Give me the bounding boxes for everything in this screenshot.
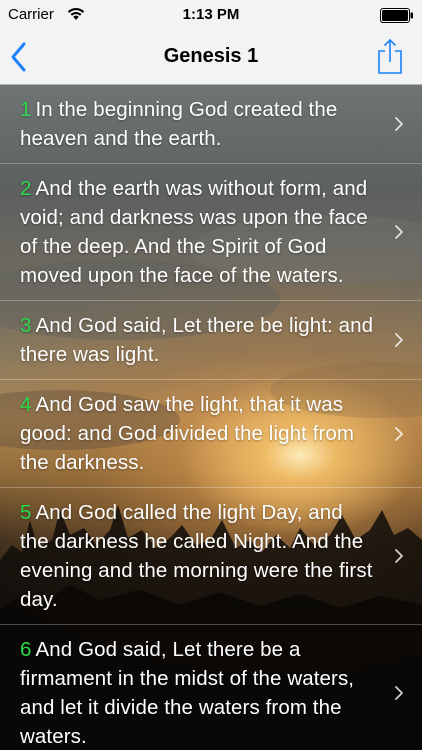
status-bar: Carrier 1:13 PM <box>0 0 422 30</box>
verse-number: 3 <box>20 314 32 337</box>
verse-row-5[interactable]: 5 And God called the light Day, and the d… <box>0 488 422 625</box>
back-button[interactable] <box>4 36 44 78</box>
chevron-right-icon <box>395 117 403 131</box>
verse-row-1[interactable]: 1 In the beginning God created the heaven… <box>0 85 422 164</box>
verse-row-4[interactable]: 4 And God saw the light, that it was good… <box>0 380 422 488</box>
page-title: Genesis 1 <box>163 45 259 67</box>
verse-body: In the beginning God created the heaven … <box>20 98 338 150</box>
verse-number: 6 <box>20 638 32 661</box>
screen: Carrier 1:13 PM Genesis 1 1 In the begin… <box>0 0 422 750</box>
battery-icon <box>380 8 413 23</box>
verse-body: And God saw the light, that it was good:… <box>20 393 355 474</box>
verse-row-2[interactable]: 2 And the earth was without form, and voi… <box>0 164 422 301</box>
verse-body: And God said, Let there be light: and th… <box>20 314 374 366</box>
verse-body: And God said, Let there be a firmament i… <box>20 638 355 748</box>
verse-number: 5 <box>20 501 32 524</box>
share-button[interactable] <box>374 36 406 76</box>
status-time: 1:13 PM <box>182 6 240 23</box>
chevron-right-icon <box>395 333 403 347</box>
verse-number: 4 <box>20 393 32 416</box>
chevron-right-icon <box>395 686 403 700</box>
verse-text: 2 And the earth was without form, and voi… <box>20 174 374 290</box>
verse-text: 6 And God said, Let there be a firmament … <box>20 635 374 750</box>
verse-number: 2 <box>20 177 32 200</box>
verse-list: 1 In the beginning God created the heaven… <box>0 85 422 750</box>
verse-text: 1 In the beginning God created the heaven… <box>20 95 374 153</box>
chevron-left-icon <box>11 42 26 72</box>
chevron-right-icon <box>395 225 403 239</box>
chevron-right-icon <box>395 426 403 441</box>
verse-row-3[interactable]: 3 And God said, Let there be light: and t… <box>0 301 422 380</box>
chevron-right-icon <box>395 549 403 563</box>
share-icon <box>378 38 402 74</box>
verse-text: 4 And God saw the light, that it was good… <box>20 390 374 477</box>
verse-number: 1 <box>20 98 32 121</box>
verse-text: 3 And God said, Let there be light: and t… <box>20 311 374 369</box>
verse-text: 5 And God called the light Day, and the d… <box>20 498 374 614</box>
verse-body: And the earth was without form, and void… <box>20 177 368 287</box>
navigation-bar: Genesis 1 <box>0 30 422 85</box>
verse-body: And God called the light Day, and the da… <box>20 501 373 611</box>
verse-row-6[interactable]: 6 And God said, Let there be a firmament … <box>0 625 422 750</box>
